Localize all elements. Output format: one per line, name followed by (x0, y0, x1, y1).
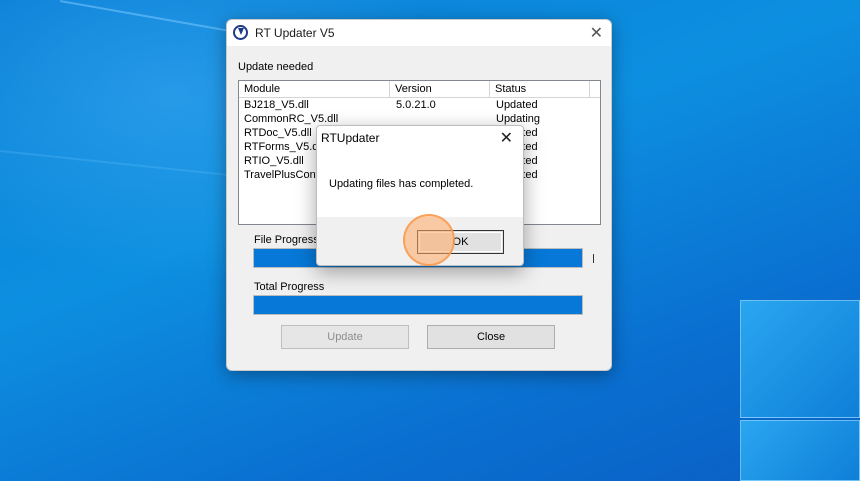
download-icon (233, 25, 248, 40)
module-name: RTDoc_V5.dll (244, 127, 312, 139)
module-name: CommonRC_V5.dll (244, 113, 339, 125)
close-icon[interactable]: ✕ (590, 23, 603, 43)
update-button[interactable]: Update (281, 325, 409, 349)
total-progress-bar (253, 295, 583, 315)
dialog-title: RTUpdater (321, 131, 380, 145)
column-version[interactable]: Version (390, 81, 490, 97)
module-status: Updating (496, 113, 541, 125)
title-bar[interactable]: RT Updater V5 ✕ (227, 20, 611, 46)
column-status[interactable]: Status (490, 81, 590, 97)
click-indicator (403, 214, 455, 266)
module-name: BJ218_V5.dll (244, 99, 309, 111)
update-needed-label: Update needed (238, 61, 314, 73)
module-name: RTIO_V5.dll (244, 155, 304, 167)
windows-logo (738, 270, 860, 481)
close-icon[interactable]: ✕ (500, 128, 513, 148)
progress-tick-mark (593, 254, 594, 263)
file-progress-label: File Progress (254, 234, 319, 246)
total-progress-fill (254, 296, 582, 314)
list-header: Module Version Status (239, 81, 600, 98)
list-item[interactable]: BJ218_V5.dll 5.0.21.0 Updated (239, 99, 600, 113)
total-progress-label: Total Progress (254, 281, 325, 293)
module-name: TravelPlusConv (244, 169, 322, 181)
column-module[interactable]: Module (239, 81, 390, 97)
window-title: RT Updater V5 (255, 26, 335, 40)
close-button[interactable]: Close (427, 325, 555, 349)
module-name: RTForms_V5.dll (244, 141, 324, 153)
module-version: 5.0.21.0 (396, 99, 436, 111)
dialog-message: Updating files has completed. (329, 178, 474, 190)
module-status: Updated (496, 99, 538, 111)
